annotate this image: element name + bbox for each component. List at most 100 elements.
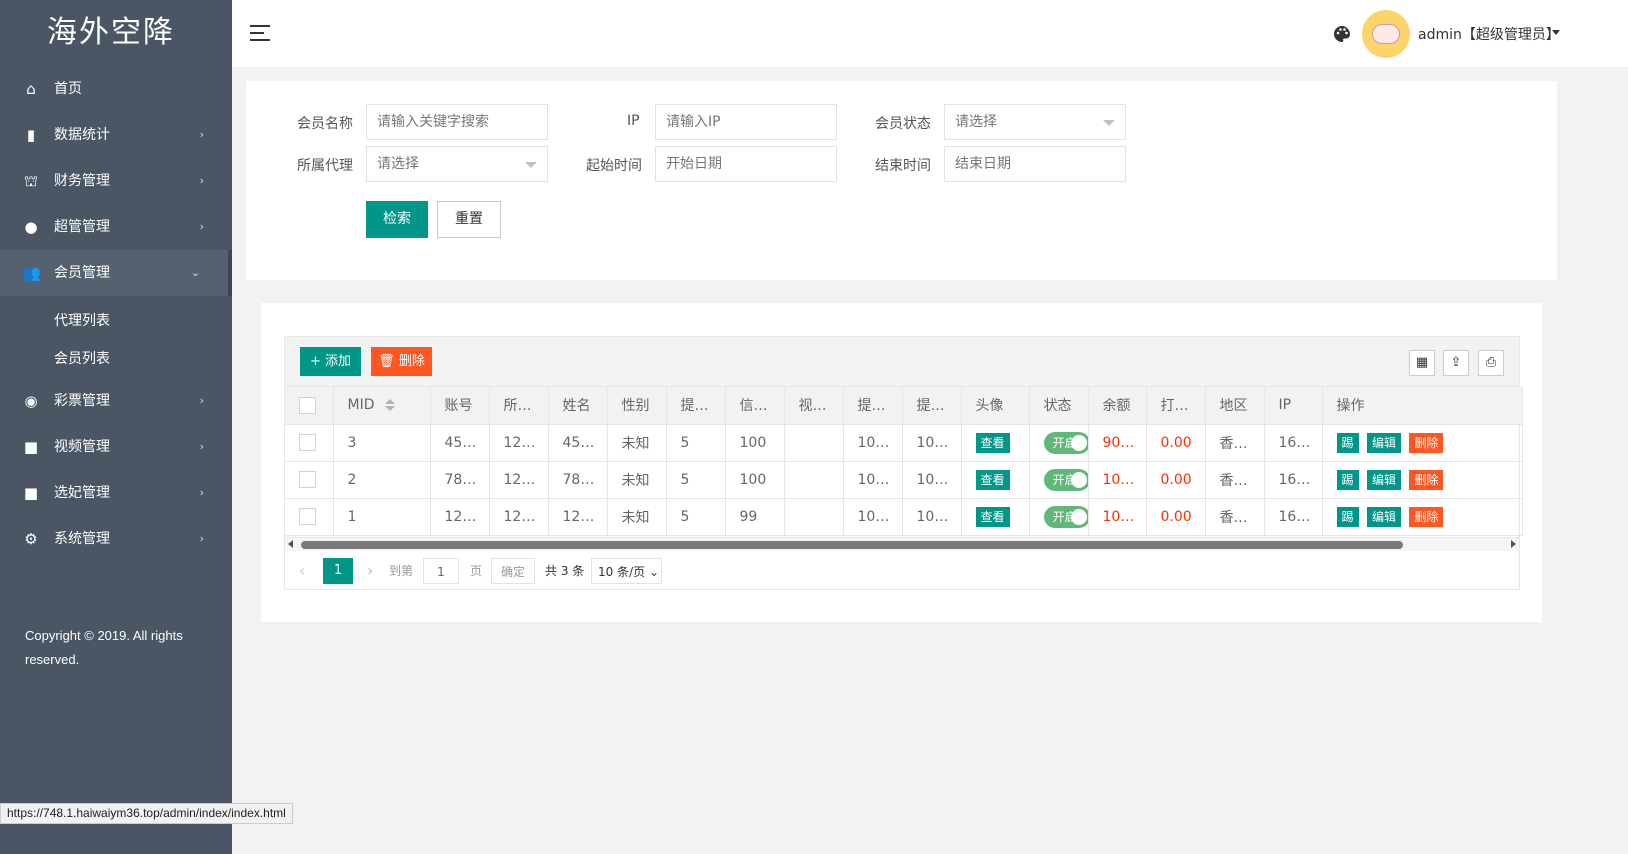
add-button[interactable]: + 添加: [300, 347, 361, 376]
col-header: 操作: [1322, 387, 1523, 425]
col-header[interactable]: MID: [333, 387, 431, 425]
app-logo[interactable]: 海外空降: [0, 0, 232, 66]
cell-gender: 未知: [607, 461, 667, 499]
cell-mid: 3: [333, 424, 431, 462]
cell-region: 香…: [1205, 498, 1265, 536]
member-status-select[interactable]: 请选择: [944, 104, 1126, 140]
palette-icon[interactable]: [1332, 24, 1352, 44]
sidebar-item-members[interactable]: 👥 会员管理 ⌄: [0, 250, 232, 296]
print-icon[interactable]: ⎙: [1478, 350, 1504, 376]
scroll-thumb[interactable]: [301, 541, 1403, 549]
user-name[interactable]: admin【超级管理员】: [1418, 24, 1560, 44]
edit-button[interactable]: 编辑: [1366, 432, 1401, 453]
kick-button[interactable]: 踢: [1336, 432, 1359, 453]
ip-input[interactable]: 请输入IP: [655, 104, 837, 140]
col-header: 性别: [607, 387, 667, 425]
scroll-right-icon[interactable]: [1511, 540, 1516, 548]
columns-icon[interactable]: ▦: [1409, 350, 1435, 376]
col-header: 提…: [843, 387, 903, 425]
batch-delete-label: 删除: [398, 354, 425, 369]
cell-mid: 1: [333, 498, 431, 536]
cell-gender: 未知: [607, 424, 667, 462]
reset-button[interactable]: 重置: [437, 201, 501, 238]
view-avatar-button[interactable]: 查看: [975, 506, 1010, 527]
cell-region: 香…: [1205, 461, 1265, 499]
next-page-icon[interactable]: ›: [367, 558, 373, 584]
prev-page-icon[interactable]: ‹: [299, 558, 305, 584]
row-checkbox[interactable]: [299, 434, 316, 451]
agent-select[interactable]: 请选择: [366, 146, 548, 182]
top-header: admin【超级管理员】: [232, 0, 1628, 68]
cell-video: [784, 461, 844, 499]
gamepad-icon: ◉: [24, 392, 38, 410]
chevron-right-icon: ›: [199, 128, 204, 141]
sidebar-item-stats[interactable]: ▮ 数据统计 ›: [0, 112, 232, 158]
sidebar-item-finance[interactable]: ⛫ 财务管理 ›: [0, 158, 232, 204]
col-header: 头像: [961, 387, 1030, 425]
ip-label: IP: [627, 113, 640, 129]
sidebar-item-system[interactable]: ⚙ 系统管理 ›: [0, 516, 232, 562]
end-date-input[interactable]: 结束日期: [944, 146, 1126, 182]
user-avatar[interactable]: [1362, 10, 1410, 58]
chevron-right-icon: ›: [199, 174, 204, 187]
row-checkbox[interactable]: [299, 508, 316, 525]
sort-icon[interactable]: [384, 399, 395, 412]
sidebar-item-home[interactable]: ⌂ 首页: [0, 66, 232, 112]
sidebar-subitem-agents[interactable]: 代理列表: [0, 302, 232, 340]
select-all-checkbox[interactable]: [299, 396, 316, 414]
sidebar-item-concubine[interactable]: ■ 选妃管理 ›: [0, 470, 232, 516]
delete-button[interactable]: 删除: [1409, 432, 1444, 453]
row-select-cell: [285, 424, 334, 462]
sidebar-item-label: 超管管理: [54, 219, 110, 235]
table-row: 3 45… 12… 45… 未知 5 100 10… 10… 查看 开启 90… 0.00 香… 16… 踢 …: [285, 424, 1523, 462]
goto-confirm-button[interactable]: 确定: [491, 558, 535, 584]
delete-button[interactable]: 删除: [1409, 506, 1444, 527]
sidebar-item-label: 视频管理: [54, 439, 110, 455]
menu-toggle-icon[interactable]: [250, 25, 270, 41]
cell-name: 12…: [548, 498, 608, 536]
cell-balance: 10…: [1088, 498, 1147, 536]
page-size-select[interactable]: 10 条/页 ⌄: [591, 558, 662, 584]
search-button[interactable]: 检索: [366, 201, 428, 238]
sidebar-subitem-members[interactable]: 会员列表: [0, 340, 232, 378]
delete-button[interactable]: 删除: [1409, 469, 1444, 490]
start-date-input[interactable]: 开始日期: [655, 146, 837, 182]
bank-icon: ⛫: [24, 172, 38, 190]
edit-button[interactable]: 编辑: [1366, 469, 1401, 490]
goto-page-input[interactable]: 1: [423, 558, 459, 584]
edit-button[interactable]: 编辑: [1366, 506, 1401, 527]
select-all-cell: [285, 387, 334, 425]
cell-balance: 10…: [1088, 461, 1147, 499]
col-header: 余额: [1088, 387, 1147, 425]
chevron-right-icon: ›: [199, 394, 204, 407]
view-avatar-button[interactable]: 查看: [975, 469, 1010, 490]
kick-button[interactable]: 踢: [1336, 506, 1359, 527]
chevron-down-icon[interactable]: [1552, 30, 1560, 35]
kick-button[interactable]: 踢: [1336, 469, 1359, 490]
sidebar-item-video[interactable]: ■ 视频管理 ›: [0, 424, 232, 470]
gear-icon: ⚙: [24, 530, 38, 548]
member-name-input[interactable]: 请输入关键字搜索: [366, 104, 548, 140]
sidebar-item-lottery[interactable]: ◉ 彩票管理 ›: [0, 378, 232, 424]
horizontal-scrollbar[interactable]: [285, 537, 1519, 551]
row-select-cell: [285, 498, 334, 536]
member-name-label: 会员名称: [297, 116, 353, 132]
cell-c5: 5: [666, 424, 726, 462]
row-checkbox[interactable]: [299, 471, 316, 488]
status-toggle[interactable]: 开启: [1043, 431, 1087, 454]
view-avatar-button[interactable]: 查看: [975, 432, 1010, 453]
page-current[interactable]: 1: [323, 558, 353, 584]
cell-agent: 12…: [489, 498, 549, 536]
cell-video: [784, 498, 844, 536]
status-toggle[interactable]: 开启: [1043, 505, 1087, 528]
status-toggle[interactable]: 开启: [1043, 468, 1087, 491]
table-row: 1 12… 12… 12… 未知 5 99 10… 10… 查看 开启 10… 0.00 香… 16… 踢 编…: [285, 498, 1523, 536]
start-time-label: 起始时间: [586, 158, 642, 174]
cell-region: 香…: [1205, 424, 1265, 462]
chevron-right-icon: ›: [199, 440, 204, 453]
cell-name: 78…: [548, 461, 608, 499]
sidebar-item-admin[interactable]: ● 超管管理 ›: [0, 204, 232, 250]
export-icon[interactable]: ⇪: [1443, 350, 1469, 376]
batch-delete-button[interactable]: 🗑 删除: [371, 347, 432, 376]
scroll-left-icon[interactable]: [288, 540, 293, 548]
